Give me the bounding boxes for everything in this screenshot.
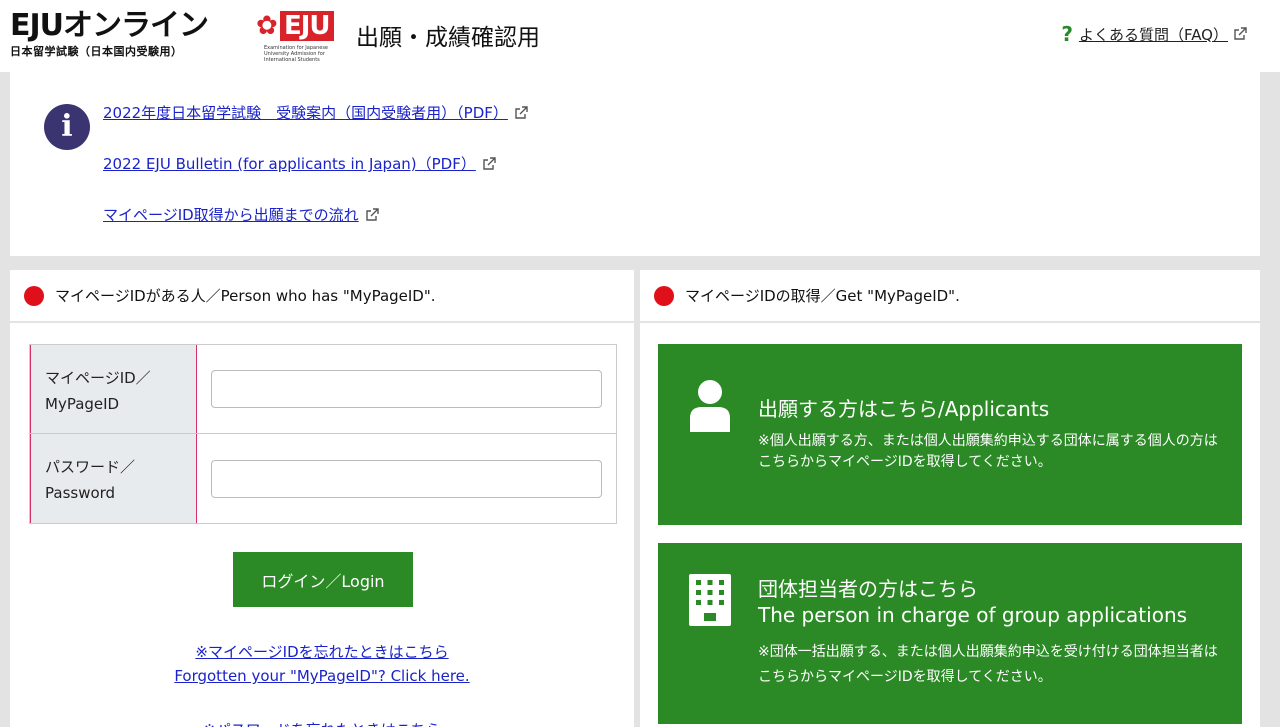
eju-logo[interactable]: EJUオンライン ✿ EJU 日本留学試験（日本国内受験用） Examinati… — [10, 8, 340, 63]
external-link-icon — [365, 207, 379, 222]
applicants-note: ※個人出願する方、または個人出願集約申込する団体に属する個人の方はこちらからマイ… — [758, 433, 1218, 470]
login-heading-text: マイページIDがある人／Person who has "MyPageID". — [55, 287, 436, 305]
password-input-cell — [197, 434, 616, 523]
login-button[interactable]: ログイン／Login — [233, 552, 413, 607]
faq-link[interactable]: ? よくある質問（FAQ） — [1061, 22, 1247, 46]
mypageid-input-cell — [197, 345, 616, 433]
logo-badge: EJU — [280, 11, 334, 41]
external-link-icon — [1233, 27, 1247, 41]
login-form: マイページID／ MyPageID パスワード／ Password — [29, 344, 617, 524]
red-dot-icon — [654, 285, 674, 306]
mypageid-label: マイページID／ MyPageID — [30, 345, 197, 433]
site-title: 出願・成績確認用 — [356, 25, 540, 51]
group-title: 団体担当者の方はこちら The person in charge of grou… — [758, 576, 1187, 628]
bulletin-jp-link[interactable]: 2022年度日本留学試験 受験案内（国内受験者用）（PDF） — [103, 102, 528, 123]
password-label-jp: パスワード／ — [45, 458, 136, 476]
mypageid-input[interactable] — [211, 370, 602, 408]
flow-link[interactable]: マイページID取得から出願までの流れ — [103, 204, 379, 225]
register-panel-heading: マイページIDの取得／Get "MyPageID". — [640, 270, 1260, 323]
register-panel: マイページIDの取得／Get "MyPageID". 出願する方はこちら/App… — [640, 270, 1260, 727]
building-icon — [688, 573, 732, 631]
question-icon: ? — [1061, 22, 1073, 46]
register-heading-text: マイページIDの取得／Get "MyPageID". — [685, 287, 960, 305]
link-label: 2022 EJU Bulletin (for applicants in Jap… — [103, 155, 476, 173]
bulletin-en-link[interactable]: 2022 EJU Bulletin (for applicants in Jap… — [103, 153, 496, 174]
forgot-id-link-en[interactable]: Forgotten your "MyPageID"? Click here. — [10, 667, 634, 685]
sakura-icon: ✿ — [256, 11, 278, 41]
red-dot-icon — [24, 285, 44, 306]
group-note: ※団体一括出願する、または個人出願集約申込を受け付ける団体担当者はこちらからマイ… — [758, 644, 1218, 685]
logo-subtitle: 日本留学試験（日本国内受験用） — [10, 45, 183, 58]
external-link-icon — [514, 105, 528, 120]
forgot-id-link-jp[interactable]: ※マイページIDを忘れたときはこちら — [10, 641, 634, 662]
info-panel: i 2022年度日本留学試験 受験案内（国内受験者用）（PDF） 2022 EJ… — [10, 72, 1260, 256]
mypageid-label-jp: マイページID／ — [45, 369, 151, 387]
password-row: パスワード／ Password — [30, 434, 616, 523]
password-input[interactable] — [211, 459, 602, 498]
external-link-icon — [482, 156, 496, 171]
applicants-card[interactable]: 出願する方はこちら/Applicants ※個人出願する方、または個人出願集約申… — [658, 344, 1242, 525]
group-card[interactable]: 団体担当者の方はこちら The person in charge of grou… — [658, 543, 1242, 724]
link-label: マイページID取得から出願までの流れ — [103, 206, 359, 224]
group-title-en: The person in charge of group applicatio… — [758, 603, 1188, 627]
group-title-jp: 団体担当者の方はこちら — [758, 577, 978, 601]
password-label-en: Password — [45, 484, 116, 502]
info-icon: i — [44, 104, 90, 150]
logo-main-text: EJUオンライン — [10, 8, 209, 43]
login-panel-heading: マイページIDがある人／Person who has "MyPageID". — [10, 270, 634, 323]
header: EJUオンライン ✿ EJU 日本留学試験（日本国内受験用） Examinati… — [0, 0, 1280, 72]
applicants-title: 出願する方はこちら/Applicants — [758, 397, 1050, 421]
mypageid-label-en: MyPageID — [45, 395, 120, 413]
password-label: パスワード／ Password — [30, 434, 197, 523]
logo-english: Examination for Japanese University Admi… — [264, 45, 329, 63]
login-panel: マイページIDがある人／Person who has "MyPageID". マ… — [10, 270, 634, 727]
mypageid-row: マイページID／ MyPageID — [30, 345, 616, 434]
person-icon — [688, 380, 732, 436]
forgot-password-link-jp[interactable]: ※パスワードを忘れたときはこちら — [10, 719, 634, 727]
link-label: 2022年度日本留学試験 受験案内（国内受験者用）（PDF） — [103, 104, 508, 122]
faq-label[interactable]: よくある質問（FAQ） — [1079, 24, 1228, 45]
